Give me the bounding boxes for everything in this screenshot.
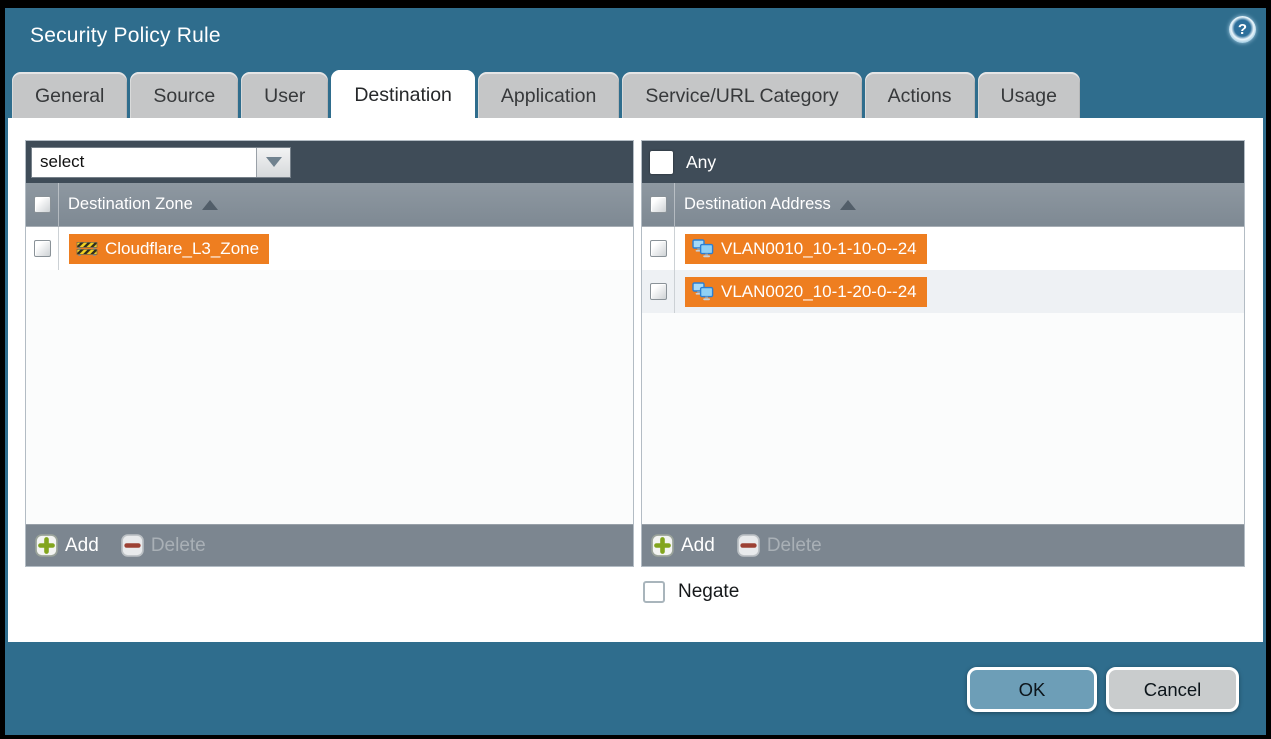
tab-actions[interactable]: Actions <box>865 72 975 120</box>
zone-column-header-row: Destination Zone <box>26 183 633 227</box>
address-entry-label: VLAN0020_10-1-20-0--24 <box>721 282 917 302</box>
dialog-title: Security Policy Rule <box>30 24 221 48</box>
table-row: VLAN0020_10-1-20-0--24 <box>642 270 1244 313</box>
zone-add-button[interactable]: Add <box>35 534 99 557</box>
zone-list: Cloudflare_L3_Zone <box>26 227 633 524</box>
address-icon <box>692 239 714 258</box>
tab-service-url-category[interactable]: Service/URL Category <box>622 72 861 120</box>
tab-user[interactable]: User <box>241 72 328 120</box>
sort-ascending-icon[interactable] <box>202 200 218 210</box>
tab-source[interactable]: Source <box>130 72 238 120</box>
zone-column-header: Destination Zone <box>68 195 193 214</box>
table-row: Cloudflare_L3_Zone <box>26 227 633 270</box>
zone-select-dropdown-button[interactable] <box>256 148 290 177</box>
negate-option: Negate <box>643 581 739 603</box>
add-icon <box>651 534 674 557</box>
zone-row-checkbox[interactable] <box>34 240 51 257</box>
table-row: VLAN0010_10-1-10-0--24 <box>642 227 1244 270</box>
address-list: VLAN0010_10-1-10-0--24 <box>642 227 1244 524</box>
tab-bar: General Source User Destination Applicat… <box>12 70 1080 120</box>
zone-entry[interactable]: Cloudflare_L3_Zone <box>69 234 269 264</box>
negate-checkbox[interactable] <box>643 581 665 603</box>
address-entry[interactable]: VLAN0020_10-1-20-0--24 <box>685 277 927 307</box>
zone-icon <box>76 240 98 257</box>
ok-button[interactable]: OK <box>967 667 1097 712</box>
zone-delete-button[interactable]: Delete <box>121 534 206 557</box>
address-column-header-row: Destination Address <box>642 183 1244 227</box>
tab-application[interactable]: Application <box>478 72 619 120</box>
destination-tab-content: Destination Zone <box>8 118 1263 642</box>
destination-address-panel: Any Destination Address <box>641 140 1245 567</box>
tab-general[interactable]: General <box>12 72 127 120</box>
zone-select-all-checkbox[interactable] <box>34 196 51 213</box>
add-icon <box>35 534 58 557</box>
cancel-button[interactable]: Cancel <box>1106 667 1239 712</box>
address-entry[interactable]: VLAN0010_10-1-10-0--24 <box>685 234 927 264</box>
address-delete-button[interactable]: Delete <box>737 534 822 557</box>
chevron-down-icon <box>266 157 282 167</box>
delete-icon <box>121 534 144 557</box>
address-column-header: Destination Address <box>684 195 831 214</box>
tab-destination[interactable]: Destination <box>331 70 475 120</box>
any-label: Any <box>686 152 716 173</box>
negate-label: Negate <box>678 581 739 603</box>
address-add-button[interactable]: Add <box>651 534 715 557</box>
tab-usage[interactable]: Usage <box>978 72 1080 120</box>
address-row-checkbox[interactable] <box>650 240 667 257</box>
zone-select-combo <box>31 147 291 178</box>
address-entry-label: VLAN0010_10-1-10-0--24 <box>721 239 917 259</box>
zone-select-input[interactable] <box>32 148 256 177</box>
address-select-all-checkbox[interactable] <box>650 196 667 213</box>
security-policy-rule-dialog: Security Policy Rule ? General Source Us… <box>5 8 1266 735</box>
address-icon <box>692 282 714 301</box>
sort-ascending-icon[interactable] <box>840 200 856 210</box>
zone-entry-label: Cloudflare_L3_Zone <box>105 239 259 259</box>
zone-footer-toolbar: Add Delete <box>26 524 633 566</box>
help-icon[interactable]: ? <box>1229 16 1256 43</box>
zone-toolbar <box>26 141 633 183</box>
address-footer-toolbar: Add Delete <box>642 524 1244 566</box>
delete-icon <box>737 534 760 557</box>
any-checkbox[interactable] <box>650 151 673 174</box>
address-row-checkbox[interactable] <box>650 283 667 300</box>
address-toolbar: Any <box>642 141 1244 183</box>
destination-zone-panel: Destination Zone <box>25 140 634 567</box>
